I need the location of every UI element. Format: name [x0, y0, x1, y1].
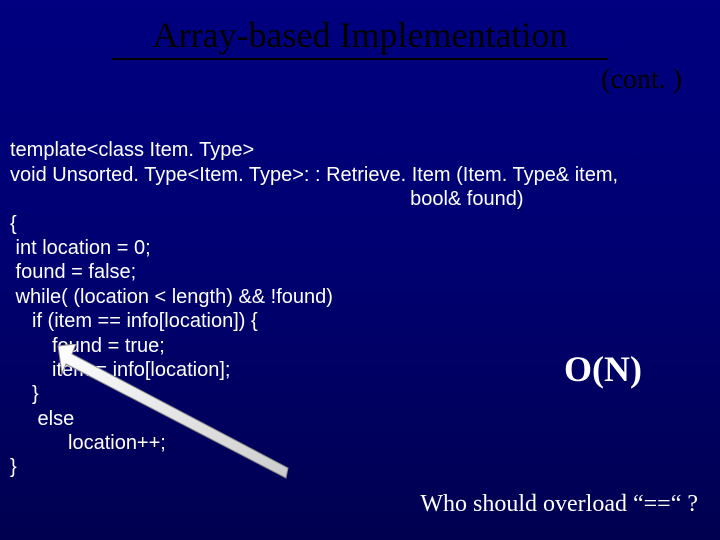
code-line: location++;: [10, 432, 166, 454]
code-line: item = info[location];: [10, 359, 230, 381]
code-line: found = false;: [10, 261, 136, 283]
question-text: Who should overload “==“ ?: [420, 491, 698, 518]
code-line: template<class Item. Type>: [10, 139, 254, 161]
code-line: if (item == info[location]) {: [10, 310, 258, 332]
code-line: found = true;: [10, 335, 165, 357]
code-line: while( (location < length) && !found): [10, 286, 333, 308]
code-line: }: [10, 456, 17, 478]
slide-title: Array-based Implementation: [0, 0, 720, 56]
code-line: bool& found): [10, 188, 524, 210]
slide-subtitle: (cont. ): [0, 64, 720, 96]
code-line: int location = 0;: [10, 237, 151, 259]
big-o-annotation: O(N): [564, 348, 642, 390]
code-line: void Unsorted. Type<Item. Type>: : Retri…: [10, 164, 618, 186]
title-underline: [112, 58, 608, 60]
code-line: else: [10, 408, 74, 430]
code-block: template<class Item. Type> void Unsorted…: [0, 114, 720, 480]
code-line: {: [10, 213, 17, 235]
code-line: }: [10, 383, 39, 405]
